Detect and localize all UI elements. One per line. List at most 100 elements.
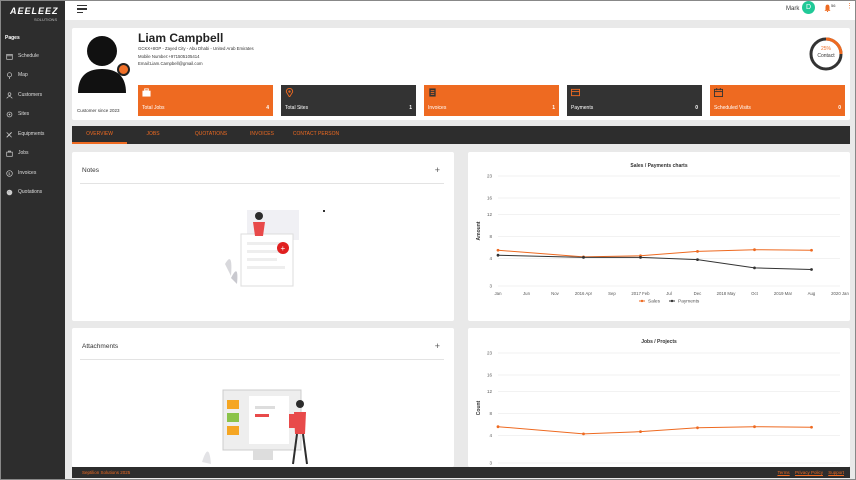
series-line bbox=[497, 426, 812, 435]
tab-quotations[interactable]: QUOTATIONS bbox=[180, 126, 242, 144]
tab-invoices[interactable]: INVOICES bbox=[242, 126, 282, 144]
jobs-projects-chart-card: Jobs / Projects 3 4 8 12 16 23 Count bbox=[468, 328, 850, 467]
data-point bbox=[582, 256, 585, 259]
footer: Septilion Solutions 2025 Terms Privacy P… bbox=[72, 467, 850, 478]
y-tick-label: 16 bbox=[487, 196, 493, 201]
sidebar-item-schedule[interactable]: Schedule bbox=[5, 49, 63, 63]
sidebar-item-map[interactable]: Map bbox=[5, 68, 63, 82]
stat-label: Payments bbox=[571, 105, 594, 111]
y-tick-label: 4 bbox=[489, 433, 492, 438]
menu-toggle-icon[interactable] bbox=[77, 5, 87, 14]
svg-text:+: + bbox=[281, 244, 286, 253]
jobs-projects-chart: 3 4 8 12 16 23 Count bbox=[476, 351, 840, 466]
stat-total-sites[interactable]: Total Sites 1 bbox=[281, 85, 416, 116]
add-attachment-button[interactable]: + bbox=[435, 341, 440, 351]
quote-icon: " bbox=[5, 188, 13, 196]
logo-text: AEELEEZ bbox=[10, 6, 59, 16]
sidebar-item-label: Invoices bbox=[18, 170, 37, 176]
tab-contact-person[interactable]: CONTACT PERSON bbox=[288, 126, 344, 144]
customer-profile-card: Customer since 2023 Liam Campbell GCKX+8… bbox=[72, 28, 850, 120]
sidebar-section-title: Pages bbox=[5, 35, 20, 41]
data-point bbox=[810, 425, 813, 429]
user-icon bbox=[5, 91, 13, 99]
camera-icon[interactable] bbox=[117, 63, 130, 76]
sidebar-item-jobs[interactable]: Jobs bbox=[5, 146, 63, 160]
data-point bbox=[639, 430, 642, 434]
bell-icon[interactable] bbox=[824, 4, 831, 12]
sidebar-item-label: Equipments bbox=[18, 131, 45, 137]
x-tick-label: Aug bbox=[808, 291, 816, 296]
y-tick-label: 8 bbox=[489, 234, 492, 239]
attachments-card: Attachments + bbox=[72, 328, 454, 467]
y-tick-label: 4 bbox=[489, 256, 492, 261]
notes-illustration: + bbox=[225, 210, 299, 287]
app-logo[interactable]: AEELEEZ SOLUTIONS bbox=[4, 3, 61, 22]
stat-value: 0 bbox=[838, 105, 841, 111]
data-point bbox=[753, 248, 756, 252]
y-tick-label: 3 bbox=[489, 284, 492, 289]
stat-value: 1 bbox=[409, 105, 412, 111]
footer-copyright: Septilion Solutions 2025 bbox=[82, 470, 131, 475]
stat-label: Total Jobs bbox=[142, 105, 165, 111]
user-avatar[interactable]: D bbox=[802, 1, 815, 14]
legend-label: Sales bbox=[648, 299, 661, 305]
x-tick-label: 2018 May bbox=[717, 291, 737, 296]
stat-label: Invoices bbox=[428, 105, 447, 111]
y-tick-label: 3 bbox=[489, 461, 492, 466]
customer-avatar bbox=[78, 36, 126, 93]
series-line bbox=[497, 249, 812, 258]
data-point bbox=[696, 249, 699, 253]
x-tick-label: Jun bbox=[523, 291, 531, 296]
sidebar-item-label: Customers bbox=[18, 92, 43, 98]
x-tick-label: 2020 Jan bbox=[831, 291, 849, 296]
x-tick-label: 2017 Feb bbox=[631, 291, 650, 296]
customer-name: Liam Campbell bbox=[138, 31, 224, 45]
sidebar-item-invoices[interactable]: $ Invoices bbox=[5, 166, 63, 180]
stat-scheduled-visits[interactable]: Scheduled Visits 0 bbox=[710, 85, 845, 116]
tab-jobs[interactable]: JOBS bbox=[134, 126, 172, 144]
y-tick-label: 12 bbox=[487, 389, 493, 394]
sidebar-item-label: Jobs bbox=[18, 150, 29, 156]
more-menu-icon[interactable]: ⋮ bbox=[846, 3, 853, 13]
footer-link-support[interactable]: Support bbox=[828, 470, 844, 475]
y-axis-label: Count bbox=[476, 400, 482, 415]
data-point bbox=[582, 432, 585, 436]
top-bar: Mark D 56 ⋮ bbox=[65, 0, 856, 20]
x-tick-label: Jan bbox=[495, 291, 503, 296]
y-tick-label: 23 bbox=[487, 351, 493, 356]
user-name[interactable]: Mark bbox=[786, 6, 799, 12]
stat-payments[interactable]: Payments 0 bbox=[567, 85, 702, 116]
sidebar-item-sites[interactable]: Sites bbox=[5, 107, 63, 121]
stat-value: 4 bbox=[266, 105, 269, 111]
sidebar-item-label: Quotations bbox=[18, 189, 43, 195]
notification-count: 56 bbox=[831, 3, 836, 8]
stat-value: 1 bbox=[552, 105, 555, 111]
card-icon bbox=[571, 88, 580, 97]
data-point bbox=[496, 425, 500, 429]
sales-payments-chart: 3 4 8 12 16 23 Amount Jan Jun Nov 2016 Apr Sep 2017 … bbox=[476, 174, 849, 305]
dollar-icon: $ bbox=[5, 169, 13, 177]
briefcase-icon bbox=[142, 88, 151, 97]
data-point bbox=[810, 268, 813, 271]
data-point bbox=[696, 426, 699, 430]
x-tick-label: Jul bbox=[666, 291, 672, 296]
tab-overview[interactable]: OVERVIEW bbox=[72, 126, 127, 144]
sidebar-item-quotations[interactable]: " Quotations bbox=[5, 185, 63, 199]
x-tick-label: 2016 Apr bbox=[575, 291, 593, 296]
y-tick-label: 8 bbox=[489, 411, 492, 416]
sidebar-item-label: Map bbox=[18, 72, 28, 78]
attachments-illustration bbox=[202, 389, 308, 465]
footer-links: Terms Privacy Policy Support bbox=[773, 470, 844, 475]
sidebar: AEELEEZ SOLUTIONS Pages Schedule Map Cus… bbox=[0, 0, 65, 480]
sidebar-item-equipments[interactable]: Equipments bbox=[5, 127, 63, 141]
footer-link-terms[interactable]: Terms bbox=[777, 470, 789, 475]
footer-link-privacy[interactable]: Privacy Policy bbox=[795, 470, 823, 475]
x-tick-label: Dec bbox=[694, 291, 702, 296]
add-note-button[interactable]: + bbox=[435, 165, 440, 175]
data-point bbox=[496, 248, 500, 252]
stat-value: 0 bbox=[695, 105, 698, 111]
stat-total-jobs[interactable]: Total Jobs 4 bbox=[138, 85, 273, 116]
gear-icon bbox=[5, 110, 13, 118]
sidebar-item-customers[interactable]: Customers bbox=[5, 88, 63, 102]
stat-invoices[interactable]: Invoices 1 bbox=[424, 85, 559, 116]
